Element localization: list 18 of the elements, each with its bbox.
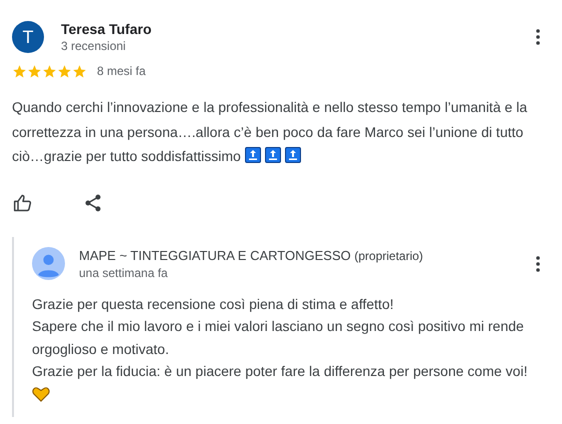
- review-time: 8 mesi fa: [97, 63, 146, 79]
- share-icon[interactable]: [83, 192, 103, 212]
- review-count: 3 recensioni: [61, 38, 127, 54]
- avatar: T: [12, 21, 44, 53]
- review-text: Quando cerchi l’innovazione e la professionalità e nello stesso tempo l’umanità e la correttezza in una persona….allora c’è ben poco da fare Marco sei l’unione di tutto ciò…grazie per tutto soddisfattissimo: [12, 98, 528, 166]
- more-options-icon[interactable]: [536, 29, 540, 45]
- reply-text: Grazie per la fiducia: è un piacere poter fare la differenza per persone come voi!: [32, 360, 537, 405]
- top-emoji-icon: [284, 147, 301, 163]
- reply-text: Sapere che il mio lavoro e i miei valori lasciano un segno così positivo mi rende orgoglioso e motivato.: [32, 317, 525, 359]
- reviewer-name[interactable]: Teresa Tufaro: [61, 20, 519, 38]
- top-emoji-icon: [264, 147, 281, 163]
- reply-time: una settimana fa: [79, 264, 169, 280]
- top-emoji-icon: [244, 147, 261, 163]
- thumbs-up-icon[interactable]: [13, 192, 33, 212]
- owner-avatar-icon: [32, 247, 65, 280]
- owner-name: MAPE ~ TINTEGGIATURA E CARTONGESSO (proprietario): [79, 246, 424, 264]
- more-options-icon[interactable]: [536, 256, 540, 272]
- reply-text: Grazie per questa recensione così piena di stima e affetto!: [32, 294, 395, 314]
